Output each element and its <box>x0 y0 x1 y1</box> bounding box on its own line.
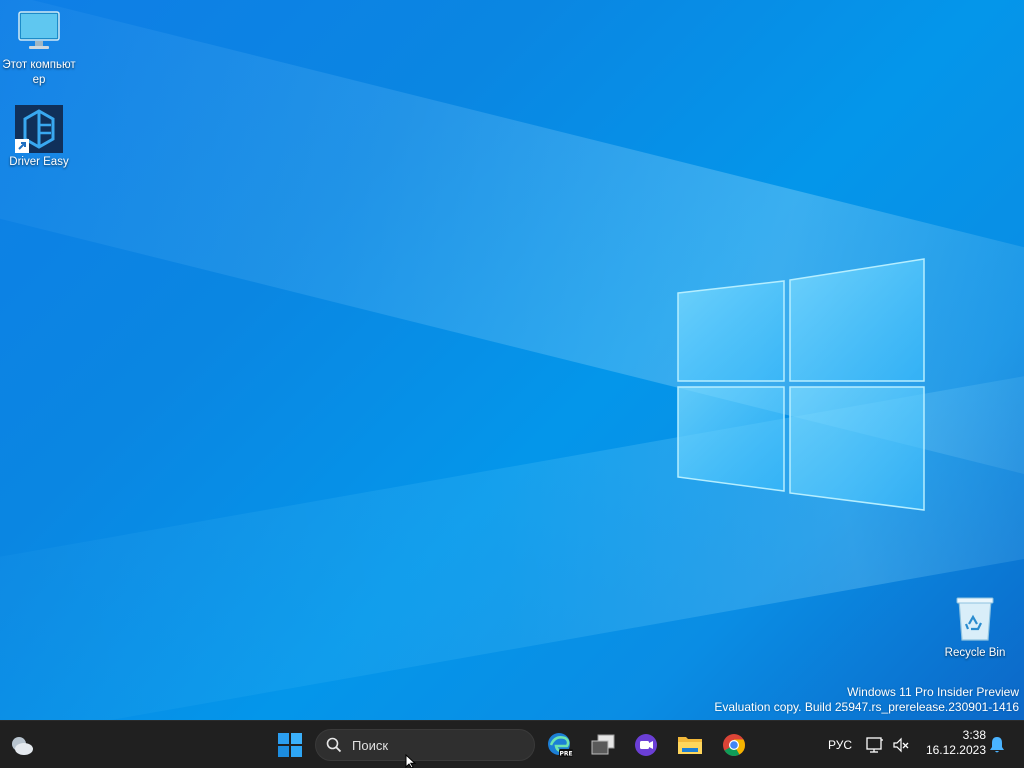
input-language-indicator[interactable]: РУС <box>828 738 852 752</box>
mouse-pointer-icon <box>405 754 417 768</box>
taskbar-app-file-explorer[interactable] <box>672 727 708 763</box>
taskbar-search-box[interactable]: Поиск <box>315 729 535 761</box>
svg-text:PRE: PRE <box>559 751 572 758</box>
notifications-button[interactable] <box>986 727 1008 763</box>
desktop-icon-driver-easy[interactable]: Driver Easy <box>1 105 77 170</box>
search-icon <box>326 737 342 753</box>
file-explorer-icon <box>678 737 702 754</box>
desktop-icon-label: Этот компьютер <box>2 59 76 86</box>
clipchamp-icon <box>635 734 657 756</box>
evaluation-watermark: Windows 11 Pro Insider Preview Evaluatio… <box>714 685 1019 715</box>
windows-start-icon <box>278 733 302 757</box>
desktop: Этот компьютер Driver Easy Recycle Bin W… <box>0 0 1024 720</box>
taskbar-task-view[interactable] <box>585 727 621 763</box>
watermark-line1: Windows 11 Pro Insider Preview <box>847 685 1019 699</box>
edge-pre-icon: PRE <box>548 733 573 758</box>
taskbar-app-edge-pre[interactable]: PRE <box>542 727 578 763</box>
network-icon <box>866 737 883 753</box>
clock-time: 3:38 <box>962 728 986 742</box>
windows-wallpaper-logo <box>677 258 925 511</box>
desktop-icon-this-pc[interactable]: Этот компьютер <box>1 8 77 88</box>
weather-widget-button[interactable] <box>4 727 40 763</box>
watermark-line2: Evaluation copy. Build 25947.rs_prerelea… <box>714 700 1019 714</box>
clock[interactable]: 3:38 16.12.2023 <box>918 728 986 758</box>
chrome-icon <box>723 734 745 756</box>
taskbar-app-clipchamp[interactable] <box>628 727 664 763</box>
bell-icon <box>990 737 1004 753</box>
this-pc-icon <box>15 8 63 56</box>
desktop-icon-label: Driver Easy <box>9 156 69 168</box>
driver-easy-icon <box>15 105 63 153</box>
volume-muted-icon <box>893 737 909 753</box>
taskbar-app-chrome[interactable] <box>716 727 752 763</box>
network-status-button[interactable] <box>864 727 886 763</box>
volume-status-button[interactable] <box>890 727 912 763</box>
weather-cloud-icon <box>12 737 33 755</box>
desktop-icon-label: Recycle Bin <box>944 647 1006 659</box>
recycle-bin-icon <box>951 596 999 644</box>
clock-date: 16.12.2023 <box>925 743 986 757</box>
desktop-icon-recycle-bin[interactable]: Recycle Bin <box>937 596 1013 661</box>
task-view-icon <box>591 734 615 755</box>
search-placeholder: Поиск <box>352 738 389 753</box>
start-button[interactable] <box>272 727 308 763</box>
taskbar: Поиск PRE РУС 3:38 16.12.2023 <box>0 720 1024 768</box>
